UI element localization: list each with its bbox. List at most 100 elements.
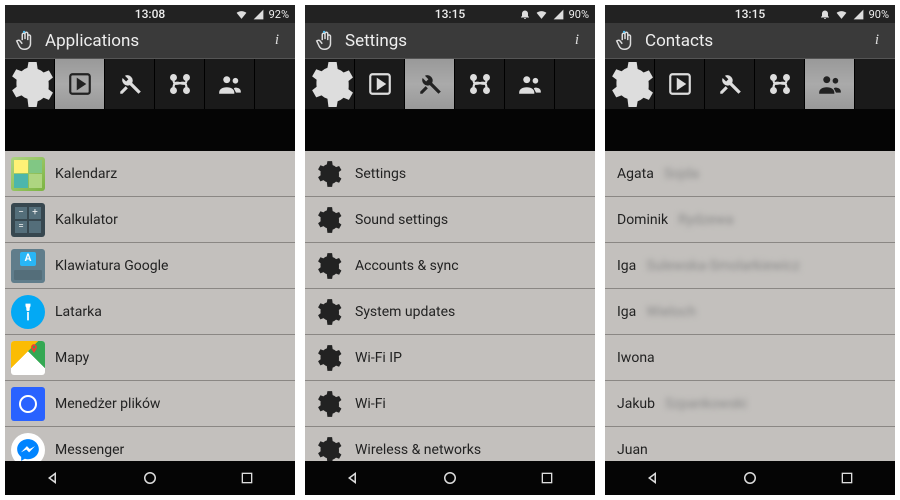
tab-settings-cog[interactable] [605, 59, 655, 109]
app-logo-icon[interactable] [13, 29, 37, 53]
list-item[interactable]: Juan [605, 427, 895, 461]
list[interactable]: Kalendarz −+=KalkulatorAKlawiatura Google… [5, 151, 295, 461]
tab-contacts[interactable] [205, 59, 255, 109]
contact-name: Iga [617, 304, 636, 320]
list-item-label: Kalendarz [55, 166, 117, 182]
tab-settings-cog[interactable] [305, 59, 355, 109]
list-item-label: System updates [355, 304, 455, 320]
nav-bar [605, 461, 895, 495]
list-item[interactable]: Jakub Szpankowski [605, 381, 895, 427]
gear-icon [311, 341, 345, 375]
list-item-label: Mapy [55, 350, 89, 366]
wifi-icon [235, 8, 248, 21]
gear-icon [311, 157, 345, 191]
list-item[interactable]: Kalendarz [5, 151, 295, 197]
list-item[interactable]: Latarka [5, 289, 295, 335]
tab-connections[interactable] [455, 59, 505, 109]
tab-tools[interactable] [105, 59, 155, 109]
page-title: Contacts [645, 31, 859, 51]
tab-connections[interactable] [155, 59, 205, 109]
signal-icon [852, 8, 865, 21]
app-logo-icon[interactable] [313, 29, 337, 53]
list-item[interactable]: Iga Wieloch [605, 289, 895, 335]
bell-icon [519, 8, 531, 20]
recent-button[interactable] [817, 463, 877, 493]
tab-contacts[interactable] [805, 59, 855, 109]
list-item-label: Wi-Fi [355, 396, 386, 412]
recent-button[interactable] [217, 463, 277, 493]
contact-surname: Sulewska-Smolarkiewicz [646, 258, 800, 274]
tab-settings-cog[interactable] [5, 59, 55, 109]
contact-name: Juan [617, 442, 648, 458]
info-icon[interactable]: i [867, 31, 887, 51]
status-time: 13:08 [135, 7, 165, 21]
contact-surname: Rydzewa [678, 212, 733, 228]
list-item[interactable]: Mapy [5, 335, 295, 381]
app-logo-icon[interactable] [613, 29, 637, 53]
list-item[interactable]: Menedżer plików [5, 381, 295, 427]
status-time: 13:15 [435, 7, 465, 21]
nav-bar [5, 461, 295, 495]
contact-name: Iga [617, 258, 636, 274]
list-item-label: Wireless & networks [355, 442, 481, 458]
contact-name: Jakub [617, 396, 655, 412]
contact-surname: Wieloch [646, 304, 696, 320]
list-item[interactable]: Messenger [5, 427, 295, 461]
list-item[interactable]: Dominik Rydzewa [605, 197, 895, 243]
info-icon[interactable]: i [567, 31, 587, 51]
signal-icon [252, 8, 265, 21]
spacer [605, 109, 895, 151]
list-item[interactable]: Sound settings [305, 197, 595, 243]
title-bar: Contacts i [605, 23, 895, 59]
messenger-icon [11, 433, 45, 462]
back-button[interactable] [23, 463, 83, 493]
status-bar: 13:15 90% [305, 5, 595, 23]
list-item[interactable]: AKlawiatura Google [5, 243, 295, 289]
recent-button[interactable] [517, 463, 577, 493]
tab-media[interactable] [55, 59, 105, 109]
info-icon[interactable]: i [267, 31, 287, 51]
list-item-label: Accounts & sync [355, 258, 459, 274]
list[interactable]: SettingsSound settings Accounts & sync Sys… [305, 151, 595, 461]
screen-settings: 13:15 90% Settings i SettingsSound settings A… [305, 5, 595, 495]
tab-contacts[interactable] [505, 59, 555, 109]
screen-applications: 13:0892%ApplicationsiKalendarz−+=Kalkula… [5, 5, 295, 495]
list-item[interactable]: −+=Kalkulator [5, 197, 295, 243]
tab-tools[interactable] [705, 59, 755, 109]
list-item[interactable]: Accounts & sync [305, 243, 595, 289]
contact-surname: Szpankowski [665, 396, 747, 412]
tab-media[interactable] [655, 59, 705, 109]
list-item-label: Menedżer plików [55, 396, 160, 412]
list-item[interactable]: System updates [305, 289, 595, 335]
list[interactable]: AgataSojda Dominik Rydzewa Iga Sulewska-Smol… [605, 151, 895, 461]
list-item[interactable]: Wireless & networks [305, 427, 595, 461]
contact-name: Iwona [617, 350, 655, 366]
calendar-icon [11, 157, 45, 191]
list-item[interactable]: Settings [305, 151, 595, 197]
list-item-label: Wi-Fi IP [355, 350, 402, 366]
tab-connections[interactable] [755, 59, 805, 109]
contact-name: Dominik [617, 212, 668, 228]
maps-icon [11, 341, 45, 375]
spacer [305, 109, 595, 151]
battery-text: 90% [569, 8, 589, 21]
tab-media[interactable] [355, 59, 405, 109]
torch-icon [11, 295, 45, 329]
back-button[interactable] [323, 463, 383, 493]
list-item-label: Kalkulator [55, 212, 118, 228]
back-button[interactable] [623, 463, 683, 493]
list-item[interactable]: Wi-Fi [305, 381, 595, 427]
spacer [5, 109, 295, 151]
tab-tools[interactable] [405, 59, 455, 109]
home-button[interactable] [420, 463, 480, 493]
list-item[interactable]: AgataSojda [605, 151, 895, 197]
list-item[interactable]: Wi-Fi IP [305, 335, 595, 381]
home-button[interactable] [120, 463, 180, 493]
list-item[interactable]: Iga Sulewska-Smolarkiewicz [605, 243, 895, 289]
tab-bar [5, 59, 295, 109]
home-button[interactable] [720, 463, 780, 493]
signal-icon [552, 8, 565, 21]
list-item[interactable]: Iwona [605, 335, 895, 381]
gear-icon [311, 387, 345, 421]
list-item-label: Latarka [55, 304, 102, 320]
